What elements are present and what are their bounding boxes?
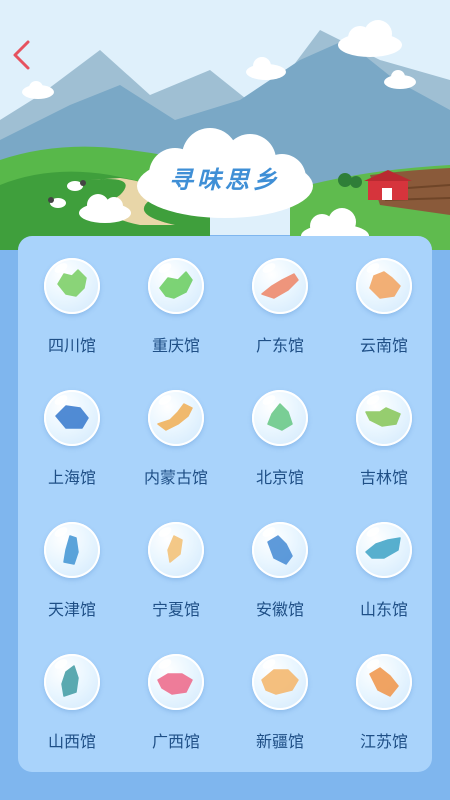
province-label: 广东馆 — [255, 336, 304, 355]
province-label: 山西馆 — [47, 732, 96, 751]
province-map-icon — [252, 258, 308, 314]
province-tile[interactable]: 重庆馆 — [124, 244, 228, 355]
chevron-left-icon — [13, 40, 30, 70]
province-map-icon — [356, 654, 412, 710]
back-button[interactable] — [8, 38, 36, 72]
province-tile[interactable]: 山东馆 — [332, 508, 436, 619]
province-label: 云南馆 — [359, 336, 408, 355]
province-tile[interactable]: 山西馆 — [20, 640, 124, 751]
province-label: 宁夏馆 — [151, 600, 200, 619]
province-label: 江苏馆 — [359, 732, 408, 751]
province-map-icon — [148, 390, 204, 446]
province-map-icon — [148, 258, 204, 314]
province-grid: 四川馆 重庆馆 广东馆 云南馆上海馆 内蒙古馆 北京馆 吉林馆天津馆 宁夏馆 安徽馆 山东馆山西馆… — [18, 236, 432, 772]
province-tile[interactable]: 云南馆 — [332, 244, 436, 355]
province-tile[interactable]: 天津馆 — [20, 508, 124, 619]
province-map-icon — [356, 390, 412, 446]
province-map-icon — [44, 258, 100, 314]
province-label: 上海馆 — [47, 468, 96, 487]
province-tile[interactable]: 吉林馆 — [332, 376, 436, 487]
province-tile[interactable]: 四川馆 — [20, 244, 124, 355]
province-map-icon — [44, 390, 100, 446]
province-label: 四川馆 — [47, 336, 96, 355]
province-label: 广西馆 — [151, 732, 200, 751]
province-map-icon — [44, 654, 100, 710]
province-label: 新疆馆 — [255, 732, 304, 751]
province-map-icon — [252, 654, 308, 710]
province-label: 吉林馆 — [359, 468, 408, 487]
province-tile[interactable]: 安徽馆 — [228, 508, 332, 619]
province-tile[interactable]: 宁夏馆 — [124, 508, 228, 619]
province-tile[interactable]: 广西馆 — [124, 640, 228, 751]
province-label: 安徽馆 — [255, 600, 304, 619]
province-label: 山东馆 — [359, 600, 408, 619]
province-map-icon — [252, 390, 308, 446]
province-map-icon — [148, 522, 204, 578]
province-label: 北京馆 — [255, 468, 304, 487]
province-tile[interactable]: 江苏馆 — [332, 640, 436, 751]
province-map-icon — [252, 522, 308, 578]
province-label: 天津馆 — [47, 600, 96, 619]
province-tile[interactable]: 内蒙古馆 — [124, 376, 228, 487]
province-tile[interactable]: 新疆馆 — [228, 640, 332, 751]
page-title: 寻味思乡 — [169, 165, 281, 194]
province-map-icon — [356, 522, 412, 578]
province-map-icon — [44, 522, 100, 578]
province-tile[interactable]: 上海馆 — [20, 376, 124, 487]
province-tile[interactable]: 北京馆 — [228, 376, 332, 487]
province-map-icon — [148, 654, 204, 710]
province-label: 重庆馆 — [151, 336, 200, 355]
province-tile[interactable]: 广东馆 — [228, 244, 332, 355]
province-map-icon — [356, 258, 412, 314]
province-label: 内蒙古馆 — [143, 468, 208, 487]
